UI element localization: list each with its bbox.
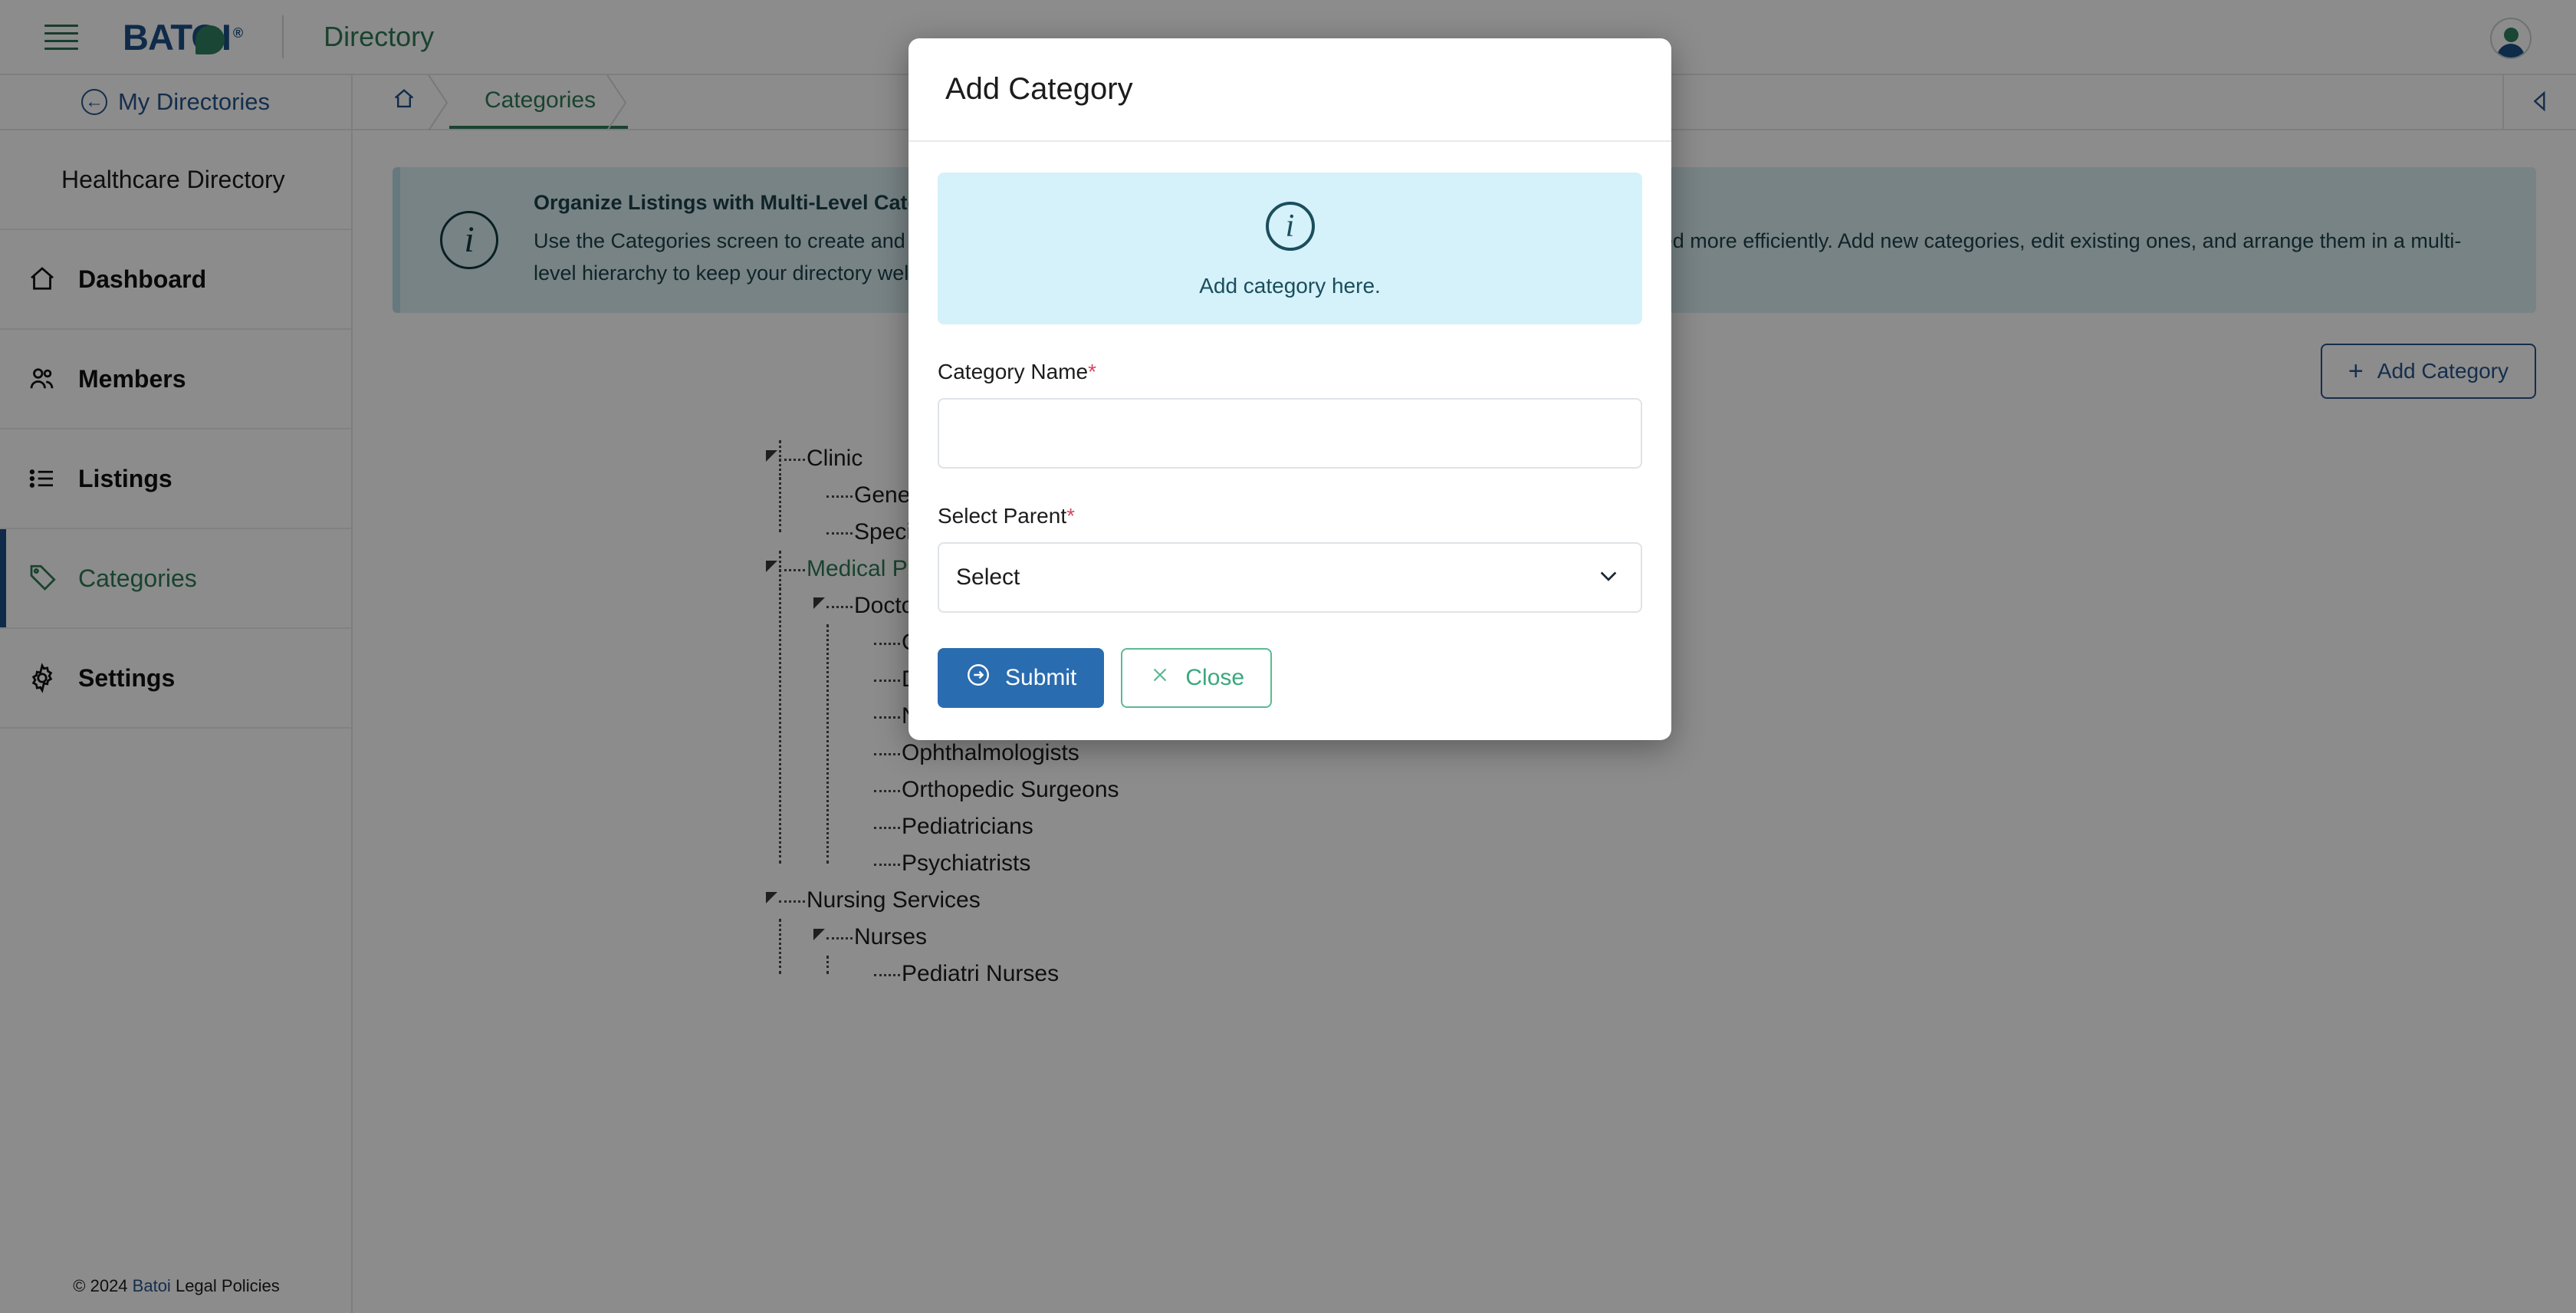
x-icon — [1148, 663, 1171, 693]
app-root: BATO I ® Directory ← My Directories Heal… — [0, 0, 2576, 1313]
select-parent-value: Select — [956, 564, 1020, 590]
category-name-field: Category Name* — [938, 360, 1642, 469]
modal-title: Add Category — [945, 72, 1133, 106]
modal-info-banner: i Add category here. — [938, 173, 1642, 324]
modal-body: i Add category here. Category Name* Sele… — [909, 142, 1671, 740]
close-label: Close — [1185, 665, 1245, 690]
category-name-label-text: Category Name — [938, 360, 1089, 383]
select-parent-dropdown[interactable]: Select — [938, 542, 1642, 613]
modal-actions: Submit Close — [938, 648, 1642, 708]
modal-info-text: Add category here. — [1199, 274, 1381, 298]
info-circle-icon: i — [1265, 202, 1315, 251]
close-button[interactable]: Close — [1121, 648, 1273, 708]
submit-label: Submit — [1005, 665, 1077, 690]
arrow-circle-right-icon — [965, 662, 991, 694]
select-parent-label-text: Select Parent — [938, 504, 1067, 528]
category-name-label: Category Name* — [938, 360, 1642, 384]
category-name-input[interactable] — [938, 398, 1642, 469]
submit-button[interactable]: Submit — [938, 648, 1105, 708]
modal-header: Add Category — [909, 38, 1671, 142]
required-marker: * — [1066, 504, 1076, 528]
select-parent-label: Select Parent* — [938, 504, 1642, 528]
required-marker: * — [1088, 360, 1096, 383]
add-category-modal: Add Category i Add category here. Catego… — [909, 38, 1671, 740]
select-parent-field: Select Parent* Select — [938, 504, 1642, 613]
